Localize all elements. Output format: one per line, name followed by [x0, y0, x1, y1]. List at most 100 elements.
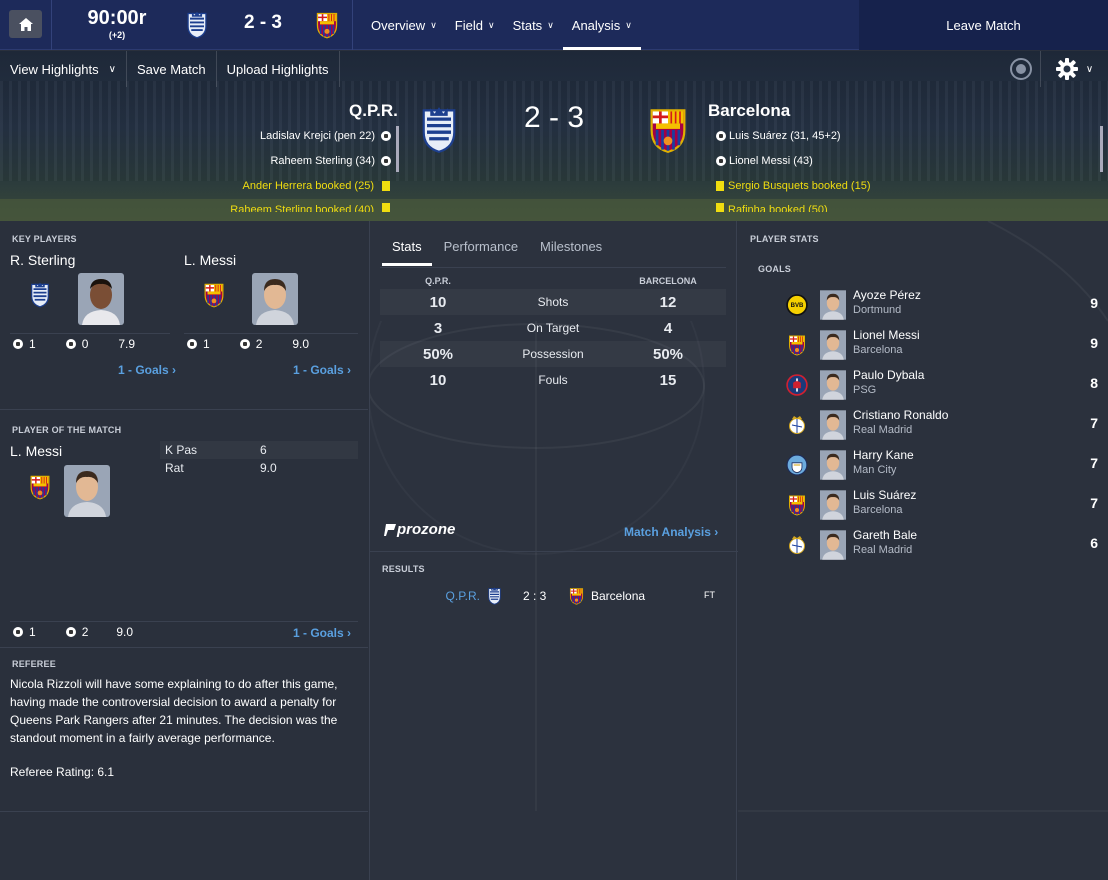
nav-stats[interactable]: Stats ∨	[504, 0, 563, 50]
player-face	[820, 286, 846, 324]
divider	[380, 267, 726, 268]
barcelona-crest-icon	[314, 11, 340, 39]
prozone-logo: prozone	[384, 521, 455, 538]
goal-ball-icon	[381, 131, 391, 141]
record-icon[interactable]	[1010, 58, 1032, 80]
scorer-row[interactable]: Harry Kane Man City 7	[786, 446, 1098, 484]
scorer-row[interactable]: Gareth Bale Real Madrid 6	[786, 526, 1098, 564]
barcelona-crest-icon	[28, 474, 52, 500]
scorer-name: Gareth Bale	[853, 528, 918, 542]
nav-label: Field	[454, 17, 483, 33]
tab-performance[interactable]: Performance	[434, 235, 528, 266]
stat-row-shots: 10 Shots 12	[380, 289, 726, 315]
scorer-club: Man City	[853, 464, 897, 476]
home-goal-event: Raheem Sterling (34)	[270, 154, 391, 168]
real-madrid-crest-icon	[786, 414, 808, 436]
stats-rows: 10 Shots 12 3 On Target 4 50% Possession…	[380, 289, 726, 393]
scorer-row[interactable]: Paulo Dybala PSG 8	[786, 366, 1098, 404]
scorer-row[interactable]: Cristiano Ronaldo Real Madrid 7	[786, 406, 1098, 444]
qpr-crest-icon	[486, 587, 503, 605]
added-time: (+2)	[108, 30, 126, 40]
view-highlights-button[interactable]: View Highlights ∨	[0, 51, 127, 87]
result-score: 2 : 3	[523, 589, 547, 603]
event-text: Lionel Messi (43)	[729, 155, 813, 167]
match-clock: 90:00r (+2)	[56, 6, 178, 40]
key-player-away-stats: 1 2 9.0	[187, 337, 309, 351]
player-face	[820, 446, 846, 484]
divider	[10, 621, 358, 622]
settings-button[interactable]: ∨	[1040, 51, 1108, 87]
scorer-row[interactable]: Lionel Messi Barcelona 9	[786, 326, 1098, 364]
nav-label: Stats	[512, 17, 543, 33]
scorer-name: Ayoze Pérez	[853, 288, 921, 302]
goals-icon	[13, 627, 23, 637]
away-value: 12	[659, 293, 677, 311]
scorer-name: Harry Kane	[853, 448, 914, 462]
prozone-mark-icon	[384, 523, 396, 536]
scrollbar[interactable]	[1100, 126, 1103, 172]
yellow-card-icon	[716, 203, 724, 212]
tab-milestones[interactable]: Milestones	[530, 235, 612, 266]
away-goals-link[interactable]: 1 - Goals ›	[293, 363, 351, 377]
stat-label: Fouls	[538, 373, 568, 387]
home-team-name: Q.P.R.	[349, 101, 398, 120]
scorer-name: Lionel Messi	[853, 328, 920, 342]
divider	[51, 0, 52, 50]
event-text: Ladislav Krejci (pen 22)	[260, 130, 375, 142]
gear-icon	[1055, 58, 1078, 80]
barcelona-crest-icon	[202, 282, 226, 308]
stat-row-possession: 50% Possession 50%	[380, 341, 726, 367]
player-stats-panel: PLAYER STATS GOALS Ayoze Pérez Dortmund …	[738, 221, 1108, 880]
home-value: 10	[429, 371, 447, 389]
stat-label: Possession	[522, 347, 584, 361]
result-home-team[interactable]: Q.P.R.	[446, 589, 480, 603]
key-player-home-stats: 1 0 7.9	[13, 337, 135, 351]
scorer-club: Barcelona	[853, 344, 903, 356]
stats-panel: Stats Performance Milestones Q.P.R. BARC…	[369, 221, 738, 880]
upload-highlights-button[interactable]: Upload Highlights	[217, 51, 340, 87]
tab-stats[interactable]: Stats	[382, 235, 432, 266]
goal-ball-icon	[716, 131, 726, 141]
away-goal-event: Luis Suárez (31, 45+2)	[716, 129, 841, 143]
save-match-button[interactable]: Save Match	[127, 51, 217, 87]
potm-summary: 1 2 9.0	[13, 625, 133, 639]
left-panel: KEY PLAYERS R. Sterling L. Messi 1 0 7.9…	[0, 221, 368, 880]
home-button[interactable]	[9, 10, 42, 38]
stat-value: 6	[260, 443, 267, 457]
result-status: FT	[704, 590, 715, 600]
home-goals-link[interactable]: 1 - Goals ›	[118, 363, 176, 377]
scorer-goals: 9	[1090, 335, 1098, 351]
match-analysis-link[interactable]: Match Analysis ›	[624, 525, 718, 539]
assists-value: 2	[81, 625, 89, 639]
potm-stats: K Pas 6 Rat 9.0	[160, 441, 358, 477]
divider	[0, 811, 368, 812]
nav-field[interactable]: Field ∨	[446, 0, 504, 50]
scrollbar[interactable]	[396, 126, 399, 172]
scorer-club: Real Madrid	[853, 424, 913, 436]
assist-icon	[65, 627, 76, 637]
match-time: 90:00r	[87, 7, 147, 29]
nav-analysis[interactable]: Analysis ∨	[562, 0, 641, 50]
home-value: 3	[433, 319, 443, 337]
result-away-team[interactable]: Barcelona	[591, 589, 645, 603]
event-text: Ander Herrera booked (25)	[242, 180, 374, 192]
scorer-row[interactable]: Luis Suárez Barcelona 7	[786, 486, 1098, 524]
nav-label: Analysis	[571, 17, 621, 33]
dortmund-crest-icon	[786, 294, 808, 316]
main-nav: Overview ∨ Field ∨ Stats ∨ Analysis ∨	[362, 0, 641, 50]
leave-match-button[interactable]: Leave Match	[859, 0, 1108, 50]
scorer-club: Real Madrid	[853, 544, 913, 556]
stats-tabs: Stats Performance Milestones	[382, 235, 614, 266]
player-face	[820, 366, 846, 404]
nav-overview[interactable]: Overview ∨	[362, 0, 446, 50]
result-row[interactable]: Q.P.R. 2 : 3 Barcelona FT	[370, 587, 738, 605]
referee-label: REFEREE	[12, 659, 56, 669]
scorer-row[interactable]: Ayoze Pérez Dortmund 9	[786, 286, 1098, 324]
potm-stat-row: Rat 9.0	[160, 459, 358, 477]
potm-goals-link[interactable]: 1 - Goals ›	[293, 626, 351, 640]
chevron-down-icon: ∨	[487, 19, 495, 30]
home-value: 10	[429, 293, 447, 311]
scorer-goals: 8	[1090, 375, 1098, 391]
scorer-name: Cristiano Ronaldo	[853, 408, 949, 422]
away-card-event: Sergio Busquets booked (15)	[716, 179, 870, 193]
